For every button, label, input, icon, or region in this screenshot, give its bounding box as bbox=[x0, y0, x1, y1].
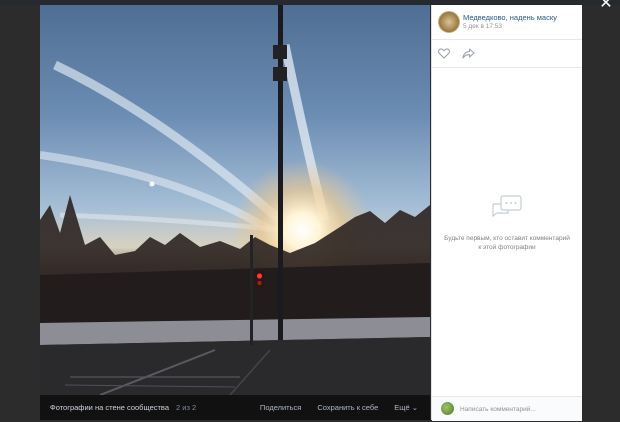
album-link[interactable]: Фотографии на стене сообщества bbox=[50, 403, 169, 412]
photo-actions bbox=[432, 39, 582, 68]
share-photo-button[interactable]: Поделиться bbox=[260, 403, 301, 412]
community-avatar[interactable] bbox=[438, 11, 460, 33]
save-photo-button[interactable]: Сохранить к себе bbox=[317, 403, 378, 412]
close-viewer-button[interactable]: ✕ bbox=[598, 0, 614, 12]
comments-panel: Медведково, надень маску 5 дек в 17:53 Б… bbox=[431, 5, 582, 421]
close-icon: ✕ bbox=[599, 0, 613, 12]
heart-icon[interactable] bbox=[438, 48, 450, 59]
author-header: Медведково, надень маску 5 дек в 17:53 bbox=[432, 5, 582, 40]
photo-footer-bar: Фотографии на стене сообщества 2 из 2 По… bbox=[40, 395, 430, 420]
community-name-link[interactable]: Медведково, надень маску bbox=[463, 13, 557, 22]
user-avatar[interactable] bbox=[441, 402, 454, 415]
comment-input[interactable] bbox=[460, 403, 575, 415]
photo-image bbox=[40, 5, 430, 395]
more-menu-button[interactable]: Ещё ⌄ bbox=[394, 403, 418, 412]
photo[interactable] bbox=[40, 5, 430, 395]
post-date[interactable]: 5 дек в 17:53 bbox=[463, 23, 502, 30]
empty-comments-text: Будьте первым, кто оставит комментарий к… bbox=[444, 235, 570, 251]
comments-icon bbox=[492, 195, 522, 218]
comment-composer bbox=[432, 396, 582, 421]
share-arrow-icon[interactable] bbox=[462, 48, 475, 59]
photo-counter: 2 из 2 bbox=[176, 403, 197, 412]
